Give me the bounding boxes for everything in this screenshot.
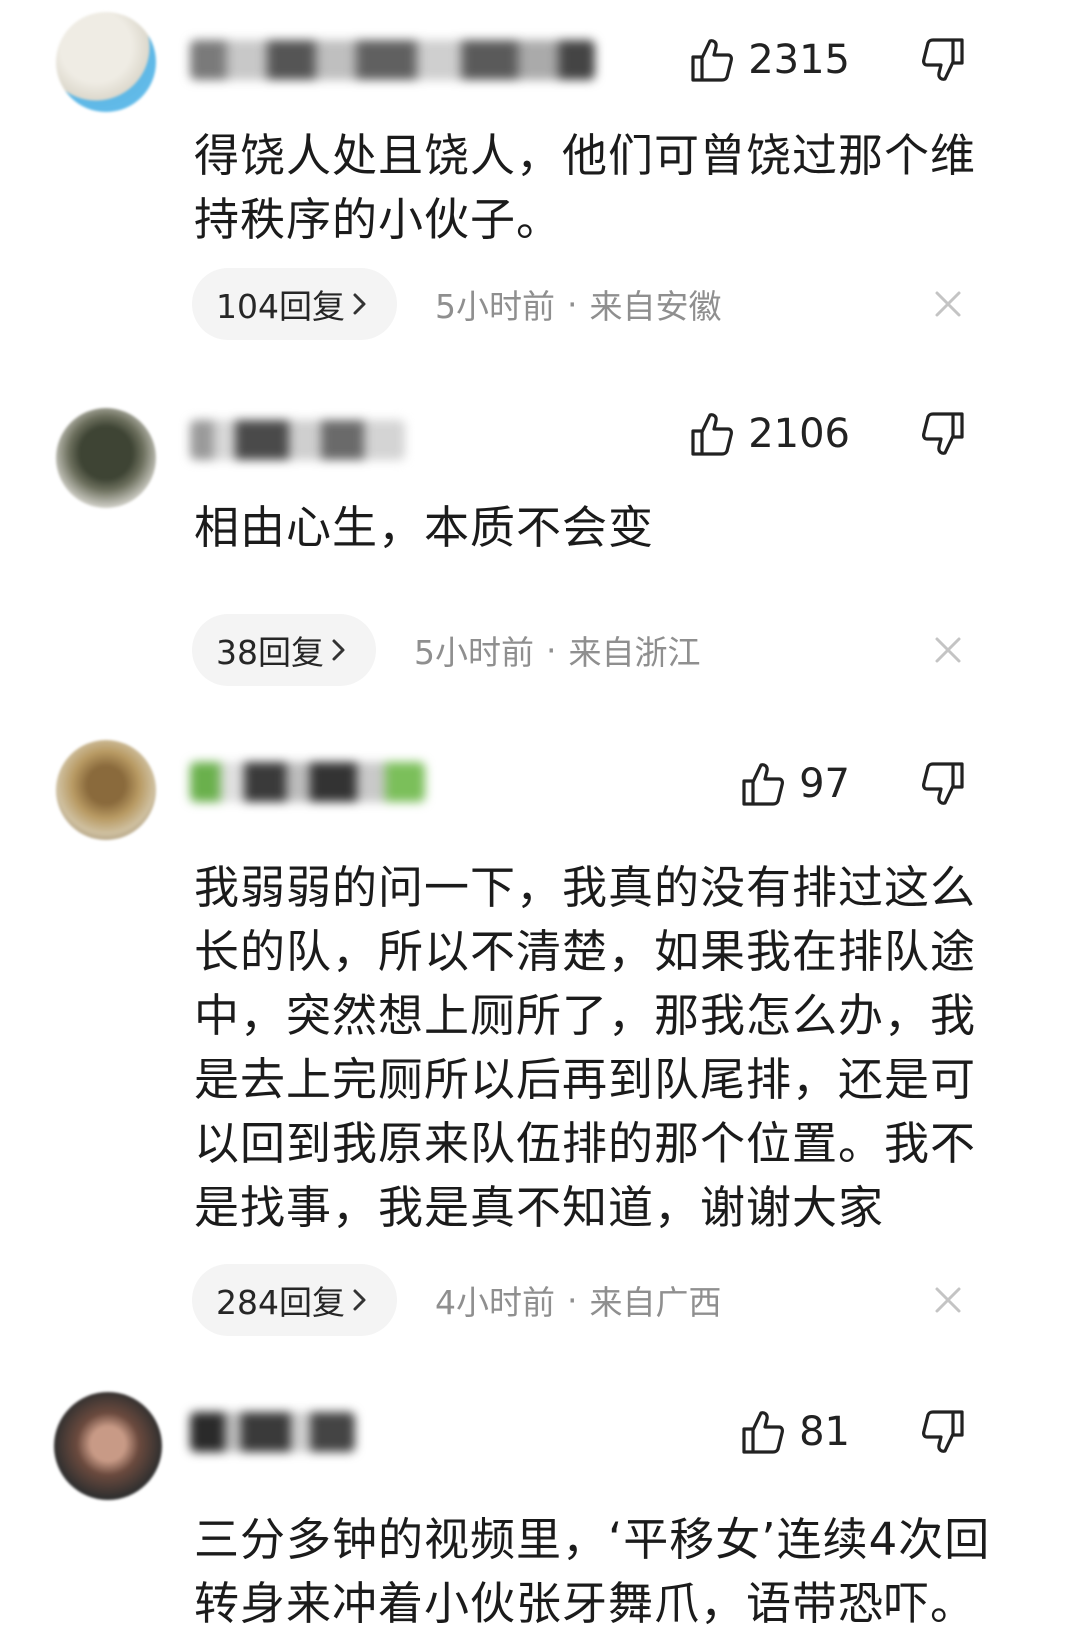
comment-meta: 284回复 4小时前 · 来自广西: [192, 1264, 722, 1336]
chevron-right-icon: [351, 291, 369, 317]
chevron-right-icon: [351, 1287, 369, 1313]
comment-time: 4小时前: [435, 1283, 555, 1322]
avatar[interactable]: [56, 740, 156, 840]
comment-text: 三分多钟的视频里，‘平移女’连续4次回 转身来冲着小伙张牙舞爪，语带恐吓。: [194, 1513, 991, 1630]
comment-time: 5小时前: [435, 287, 555, 326]
close-icon[interactable]: [928, 1280, 968, 1320]
meta-separator: ·: [567, 284, 578, 324]
avatar[interactable]: [54, 1392, 162, 1500]
reply-count: 284回复: [216, 1283, 345, 1322]
like-button[interactable]: 2106: [690, 406, 850, 462]
close-icon[interactable]: [928, 284, 968, 324]
thumbs-down-icon: [921, 37, 965, 83]
like-count: 2106: [748, 411, 850, 457]
dislike-button[interactable]: [918, 32, 968, 88]
username-blurred[interactable]: [190, 762, 425, 802]
comment-location: 来自安徽: [589, 287, 722, 326]
meta-separator: ·: [567, 1280, 578, 1320]
avatar[interactable]: [56, 12, 156, 112]
close-icon[interactable]: [928, 630, 968, 670]
like-count: 97: [799, 761, 850, 807]
dislike-button[interactable]: [918, 1404, 968, 1460]
like-button[interactable]: 97: [741, 756, 850, 812]
comment-meta: 38回复 5小时前 · 来自浙江: [192, 614, 701, 686]
thumbs-up-icon: [741, 761, 785, 807]
thumbs-up-icon: [741, 1409, 785, 1455]
comment-meta: 104回复 5小时前 · 来自安徽: [192, 268, 722, 340]
like-count: 2315: [748, 37, 850, 83]
like-button[interactable]: 81: [741, 1404, 850, 1460]
username-blurred[interactable]: [190, 40, 595, 80]
reply-button[interactable]: 284回复: [192, 1264, 397, 1336]
comment-location: 来自广西: [589, 1283, 722, 1322]
thumbs-down-icon: [921, 411, 965, 457]
reply-count: 38回复: [216, 633, 324, 672]
dislike-button[interactable]: [918, 756, 968, 812]
reply-button[interactable]: 104回复: [192, 268, 397, 340]
like-count: 81: [799, 1409, 850, 1455]
comment-text: 得饶人处且饶人，他们可曾饶过那个维 持秩序的小伙子。: [194, 129, 977, 246]
username-blurred[interactable]: [190, 1412, 355, 1452]
thumbs-down-icon: [921, 1409, 965, 1455]
reply-button[interactable]: 38回复: [192, 614, 376, 686]
reply-count: 104回复: [216, 287, 345, 326]
thumbs-up-icon: [690, 37, 734, 83]
thumbs-down-icon: [921, 761, 965, 807]
meta-separator: ·: [546, 630, 557, 670]
like-button[interactable]: 2315: [690, 32, 850, 88]
thumbs-up-icon: [690, 411, 734, 457]
chevron-right-icon: [330, 637, 348, 663]
dislike-button[interactable]: [918, 406, 968, 462]
comment-time: 5小时前: [414, 633, 534, 672]
username-blurred[interactable]: [190, 420, 405, 460]
comment-text: 相由心生，本质不会变: [194, 501, 655, 554]
comment-location: 来自浙江: [568, 633, 701, 672]
comment-text: 我弱弱的问一下，我真的没有排过这么 长的队，所以不清楚，如果我在排队途 中，突然…: [194, 861, 977, 1234]
avatar[interactable]: [56, 408, 156, 508]
